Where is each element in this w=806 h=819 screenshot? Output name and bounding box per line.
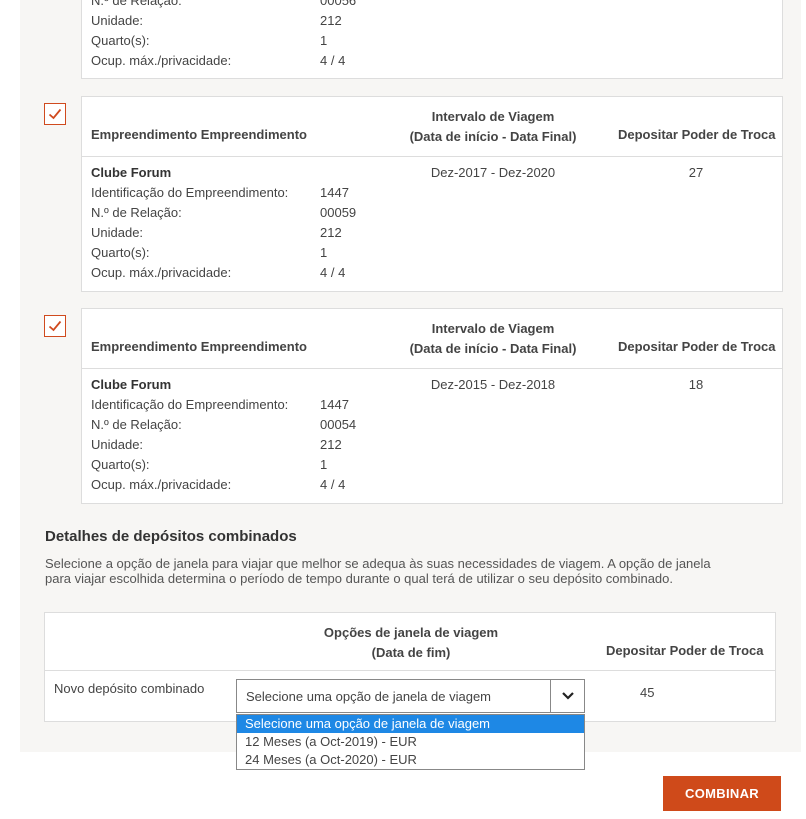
row-value: 1447 <box>320 397 349 412</box>
row-value: 1447 <box>320 185 349 200</box>
header-development: Empreendimento Empreendimento <box>91 339 307 354</box>
row-label: Ocup. máx./privacidade: <box>91 265 232 280</box>
travel-range: Dez-2017 - Dez-2020 <box>430 165 556 180</box>
row-label: Quarto(s): <box>91 33 150 48</box>
row-value: 212 <box>320 13 342 28</box>
row-label: Identificação do Empreendimento: <box>91 185 289 200</box>
deposit-checkbox-1[interactable] <box>44 103 66 125</box>
row-label: N.º de Relação: <box>91 417 182 432</box>
header-interval-subtitle: (Data de início - Data Final) <box>409 129 577 144</box>
resort-name: Clube Forum <box>91 377 172 392</box>
deposit-card-2: Empreendimento Empreendimento Intervalo … <box>81 308 783 504</box>
row-value: 00059 <box>320 205 357 220</box>
row-label: Quarto(s): <box>91 457 150 472</box>
header-window-subtitle: (Data de fim) <box>371 645 451 660</box>
combined-table-header: Opções de janela de viagem (Data de fim)… <box>45 613 775 671</box>
select-toggle[interactable] <box>550 680 584 712</box>
header-interval: Intervalo de Viagem (Data de início - Da… <box>398 319 588 359</box>
description-line: Selecione a opção de janela para viajar … <box>45 556 711 571</box>
header-interval-title: Intervalo de Viagem <box>431 321 555 336</box>
row-label: N.º de Relação: <box>91 0 182 8</box>
row-value: 4 / 4 <box>320 477 346 492</box>
header-deposit: Depositar Poder de Troca <box>618 127 776 142</box>
row-label: Ocup. máx./privacidade: <box>91 53 232 68</box>
row-label: N.º de Relação: <box>91 205 182 220</box>
combine-button[interactable]: COMBINAR <box>663 776 781 811</box>
combined-description: Selecione a opção de janela para viajar … <box>45 556 765 586</box>
checkmark-icon <box>48 320 62 332</box>
header-deposit: Depositar Poder de Troca <box>618 339 776 354</box>
row-value: 1 <box>320 457 328 472</box>
row-value: 1 <box>320 33 328 48</box>
dropdown-option[interactable]: 24 Meses (a Oct-2020) - EUR <box>237 751 584 769</box>
travel-range: Dez-2015 - Dez-2018 <box>430 377 556 392</box>
dropdown-option[interactable]: 12 Meses (a Oct-2019) - EUR <box>237 733 584 751</box>
combined-title: Detalhes de depósitos combinados <box>45 528 297 545</box>
checkmark-icon <box>48 108 62 120</box>
partial-deposit-card: N.º de Relação: 00056 Unidade: 212 Quart… <box>81 0 783 79</box>
description-line: para viajar escolhida determina o períod… <box>45 571 674 586</box>
row-label: Unidade: <box>91 225 144 240</box>
deposit-points: 18 <box>688 377 704 392</box>
row-label: Quarto(s): <box>91 245 150 260</box>
header-interval: Intervalo de Viagem (Data de início - Da… <box>398 107 588 147</box>
header-interval-subtitle: (Data de início - Data Final) <box>409 341 577 356</box>
row-value: 00056 <box>320 0 357 8</box>
select-value: Selecione uma opção de janela de viagem <box>246 689 492 704</box>
travel-window-select[interactable]: Selecione uma opção de janela de viagem <box>236 679 585 713</box>
row-value: 00054 <box>320 417 357 432</box>
row-value: 4 / 4 <box>320 53 346 68</box>
header-development: Empreendimento Empreendimento <box>91 127 307 142</box>
dropdown-option[interactable]: Selecione uma opção de janela de viagem <box>237 715 584 733</box>
header-window-options: Opções de janela de viagem (Data de fim) <box>276 623 546 663</box>
travel-window-dropdown: Selecione uma opção de janela de viagem … <box>236 714 585 770</box>
deposit-card-1: Empreendimento Empreendimento Intervalo … <box>81 96 783 292</box>
row-value: 1 <box>320 245 328 260</box>
header-window-title: Opções de janela de viagem <box>323 625 499 640</box>
header-deposit: Depositar Poder de Troca <box>606 643 764 658</box>
row-value: 4 / 4 <box>320 265 346 280</box>
row-value: 212 <box>320 225 342 240</box>
row-label: Unidade: <box>91 13 144 28</box>
resort-name: Clube Forum <box>91 165 172 180</box>
deposit-checkbox-2[interactable] <box>44 315 66 337</box>
header-interval-title: Intervalo de Viagem <box>431 109 555 124</box>
row-label: Ocup. máx./privacidade: <box>91 477 232 492</box>
card-header: Empreendimento Empreendimento Intervalo … <box>82 309 782 369</box>
row-label: Identificação do Empreendimento: <box>91 397 289 412</box>
new-combined-label: Novo depósito combinado <box>54 681 205 696</box>
row-label: Unidade: <box>91 437 144 452</box>
deposit-points: 27 <box>688 165 704 180</box>
card-header: Empreendimento Empreendimento Intervalo … <box>82 97 782 157</box>
chevron-down-icon <box>562 692 574 700</box>
combined-points: 45 <box>640 685 655 700</box>
row-value: 212 <box>320 437 342 452</box>
